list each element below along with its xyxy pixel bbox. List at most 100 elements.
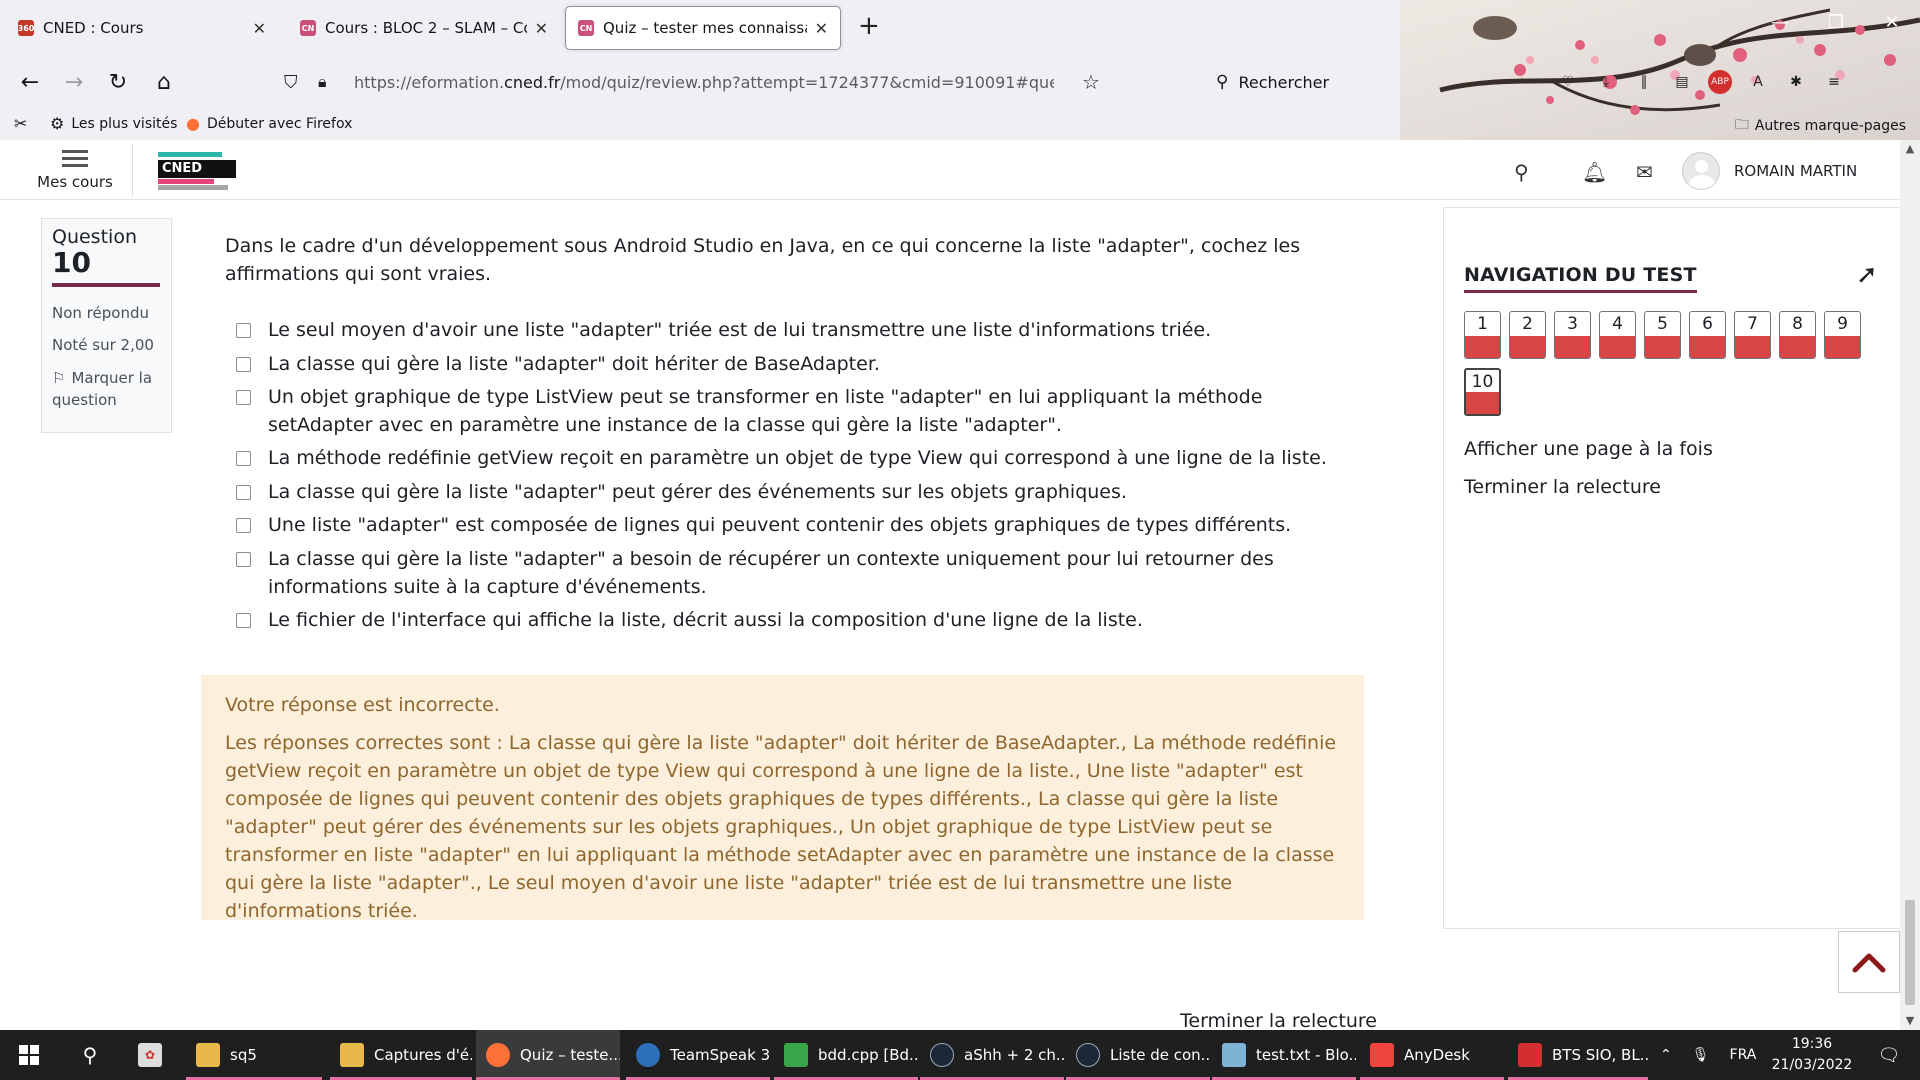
answer-checkbox[interactable] xyxy=(236,323,251,338)
pocket-icon[interactable]: ♡ xyxy=(1556,70,1580,94)
finish-review-link-bottom[interactable]: Terminer la relecture xyxy=(1180,1010,1377,1032)
other-bookmarks[interactable]: 🗀 Autres marque-pages xyxy=(1735,114,1906,138)
answer-checkbox[interactable] xyxy=(236,552,251,567)
question-nav-button[interactable]: 4 xyxy=(1599,311,1636,359)
taskbar-clock[interactable]: 19:36 21/03/2022 xyxy=(1764,1034,1860,1076)
answer-option[interactable]: Un objet graphique de type ListView peut… xyxy=(236,383,1356,439)
answer-option[interactable]: La classe qui gère la liste "adapter" pe… xyxy=(236,478,1356,506)
answer-option[interactable]: La méthode redéfinie getView reçoit en p… xyxy=(236,444,1356,472)
question-nav-button[interactable]: 6 xyxy=(1689,311,1726,359)
home-icon[interactable]: ⌂ xyxy=(148,66,180,98)
page-scrollbar[interactable]: ▲ ▼ xyxy=(1900,140,1920,1030)
answer-option[interactable]: La classe qui gère la liste "adapter" a … xyxy=(236,545,1356,601)
question-nav-button[interactable]: 5 xyxy=(1644,311,1681,359)
flag-question-link[interactable]: ⚐ Marquer la question xyxy=(52,367,161,411)
scroll-up-arrow-icon[interactable]: ▲ xyxy=(1900,142,1920,155)
answer-checkbox[interactable] xyxy=(236,613,251,628)
reload-icon[interactable]: ↻ xyxy=(102,66,134,98)
finish-review-link[interactable]: Terminer la relecture xyxy=(1464,476,1661,498)
tab-cours-bloc2[interactable]: CN Cours : BLOC 2 – SLAM – Conce ✕ xyxy=(288,6,560,50)
taskbar-item[interactable]: test.txt - Blo... xyxy=(1212,1030,1356,1080)
taskbar-app-paint[interactable]: ✿ xyxy=(128,1030,180,1080)
bookmark-most-visited[interactable]: ⚙ Les plus visités xyxy=(50,114,177,133)
question-nav-button[interactable]: 3 xyxy=(1554,311,1591,359)
answer-checkbox[interactable] xyxy=(236,451,251,466)
chevron-up-icon[interactable]: ⌃ xyxy=(1660,1047,1672,1063)
question-info-box: Question 10 Non répondu Noté sur 2,00 ⚐ M… xyxy=(41,218,172,433)
translate-icon[interactable]: A xyxy=(1746,70,1770,94)
shield-icon[interactable]: ⛉ xyxy=(284,72,298,93)
library-icon[interactable]: ∥ xyxy=(1632,70,1656,94)
lock-icon[interactable]: 🔒︎ xyxy=(318,72,327,92)
close-tab-icon[interactable]: ✕ xyxy=(815,19,828,38)
scrollbar-thumb[interactable] xyxy=(1905,900,1915,1005)
adblock-icon[interactable]: ABP xyxy=(1708,70,1732,94)
search-icon[interactable]: ⚲ xyxy=(1514,160,1529,184)
taskbar-item[interactable]: Quiz – teste... xyxy=(476,1030,620,1080)
microphone-icon[interactable]: 🎙︎ xyxy=(1692,1047,1710,1063)
taskbar-item[interactable]: AnyDesk xyxy=(1360,1030,1504,1080)
back-to-top-button[interactable] xyxy=(1838,931,1900,993)
bookmarks-toolbar: ✂ ⚙ Les plus visités ● Débuter avec Fire… xyxy=(0,110,1920,138)
avatar[interactable] xyxy=(1682,152,1720,190)
answer-option[interactable]: Le seul moyen d'avoir une liste "adapter… xyxy=(236,316,1356,344)
collapse-arrow-icon[interactable]: ➚ xyxy=(1856,260,1878,290)
minimize-icon[interactable]: — xyxy=(1752,0,1808,44)
taskbar-item[interactable]: TeamSpeak 3 xyxy=(626,1030,770,1080)
taskbar-item[interactable]: BTS SIO, BL... xyxy=(1508,1030,1648,1080)
answer-checkbox[interactable] xyxy=(236,518,251,533)
taskbar-item[interactable]: aShh + 2 ch... xyxy=(920,1030,1064,1080)
question-nav-number: 7 xyxy=(1747,314,1758,334)
taskbar-item[interactable]: bdd.cpp [Bd... xyxy=(774,1030,918,1080)
close-window-icon[interactable]: ✕ xyxy=(1864,0,1920,44)
search-bar[interactable]: ⚲ Rechercher xyxy=(1216,64,1466,100)
other-bookmarks-label: Autres marque-pages xyxy=(1754,118,1906,134)
bookmark-tool-icon[interactable]: ✂ xyxy=(14,114,34,133)
question-nav-button[interactable]: 9 xyxy=(1824,311,1861,359)
messages-envelope-icon[interactable]: ✉ xyxy=(1636,160,1653,184)
question-nav-button[interactable]: 1 xyxy=(1464,311,1501,359)
question-nav-button[interactable]: 7 xyxy=(1734,311,1771,359)
taskbar-item-label: aShh + 2 ch... xyxy=(964,1046,1064,1064)
new-tab-button[interactable]: + xyxy=(858,12,880,40)
taskbar-search-icon[interactable]: ⚲ xyxy=(64,1030,116,1080)
question-nav-button[interactable]: 2 xyxy=(1509,311,1546,359)
answer-checkbox[interactable] xyxy=(236,357,251,372)
question-nav-button[interactable]: 8 xyxy=(1779,311,1816,359)
taskbar-item[interactable]: Liste de con... xyxy=(1066,1030,1210,1080)
windows-start-button[interactable] xyxy=(0,1030,58,1080)
bookmark-getting-started[interactable]: ● Débuter avec Firefox xyxy=(186,114,352,133)
clock-date: 21/03/2022 xyxy=(1771,1057,1853,1073)
tab-quiz[interactable]: CN Quiz – tester mes connaissance ✕ xyxy=(565,6,841,50)
close-tab-icon[interactable]: ✕ xyxy=(535,19,548,38)
taskbar-item[interactable]: sq5 xyxy=(186,1030,322,1080)
answer-option[interactable]: Une liste "adapter" est composée de lign… xyxy=(236,511,1356,539)
answer-checkbox[interactable] xyxy=(236,390,251,405)
back-arrow-icon[interactable]: ← xyxy=(14,66,46,98)
my-courses-button[interactable]: Mes cours xyxy=(30,146,120,191)
firefox-icon: ● xyxy=(186,114,200,133)
notification-center-icon[interactable]: 🗨 xyxy=(1864,1030,1914,1080)
cned-logo[interactable]: CNED xyxy=(158,152,236,190)
user-name[interactable]: ROMAIN MARTIN xyxy=(1734,162,1857,180)
maximize-icon[interactable]: ❐ xyxy=(1808,0,1864,44)
show-one-page-link[interactable]: Afficher une page à la fois xyxy=(1464,438,1713,460)
forward-arrow-icon[interactable]: → xyxy=(58,66,90,98)
answer-checkbox[interactable] xyxy=(236,485,251,500)
bookmark-star-icon[interactable]: ☆ xyxy=(1082,70,1100,94)
scroll-down-arrow-icon[interactable]: ▼ xyxy=(1900,1014,1920,1027)
language-indicator[interactable]: FRA xyxy=(1730,1047,1757,1063)
extension-puzzle-icon[interactable]: ✱ xyxy=(1784,70,1808,94)
answer-option[interactable]: La classe qui gère la liste "adapter" do… xyxy=(236,350,1356,378)
taskbar-item[interactable]: Captures d'é... xyxy=(330,1030,472,1080)
answer-option[interactable]: Le fichier de l'interface qui affiche la… xyxy=(236,606,1356,634)
reader-view-icon[interactable]: ▤ xyxy=(1670,70,1694,94)
pdf-icon xyxy=(1518,1043,1542,1067)
tab-cned-cours[interactable]: 360 CNED : Cours ✕ xyxy=(6,6,278,50)
menu-hamburger-icon[interactable]: ≡ xyxy=(1822,70,1846,94)
url-bar[interactable]: ⛉ 🔒︎ https://eformation.cned.fr/mod/quiz… xyxy=(278,64,1100,100)
download-icon[interactable]: ⤓ xyxy=(1594,70,1618,94)
close-tab-icon[interactable]: ✕ xyxy=(253,19,266,38)
notification-bell-icon[interactable]: 🔔︎ xyxy=(1582,160,1607,184)
question-nav-button-current[interactable]: 10 xyxy=(1464,368,1501,416)
